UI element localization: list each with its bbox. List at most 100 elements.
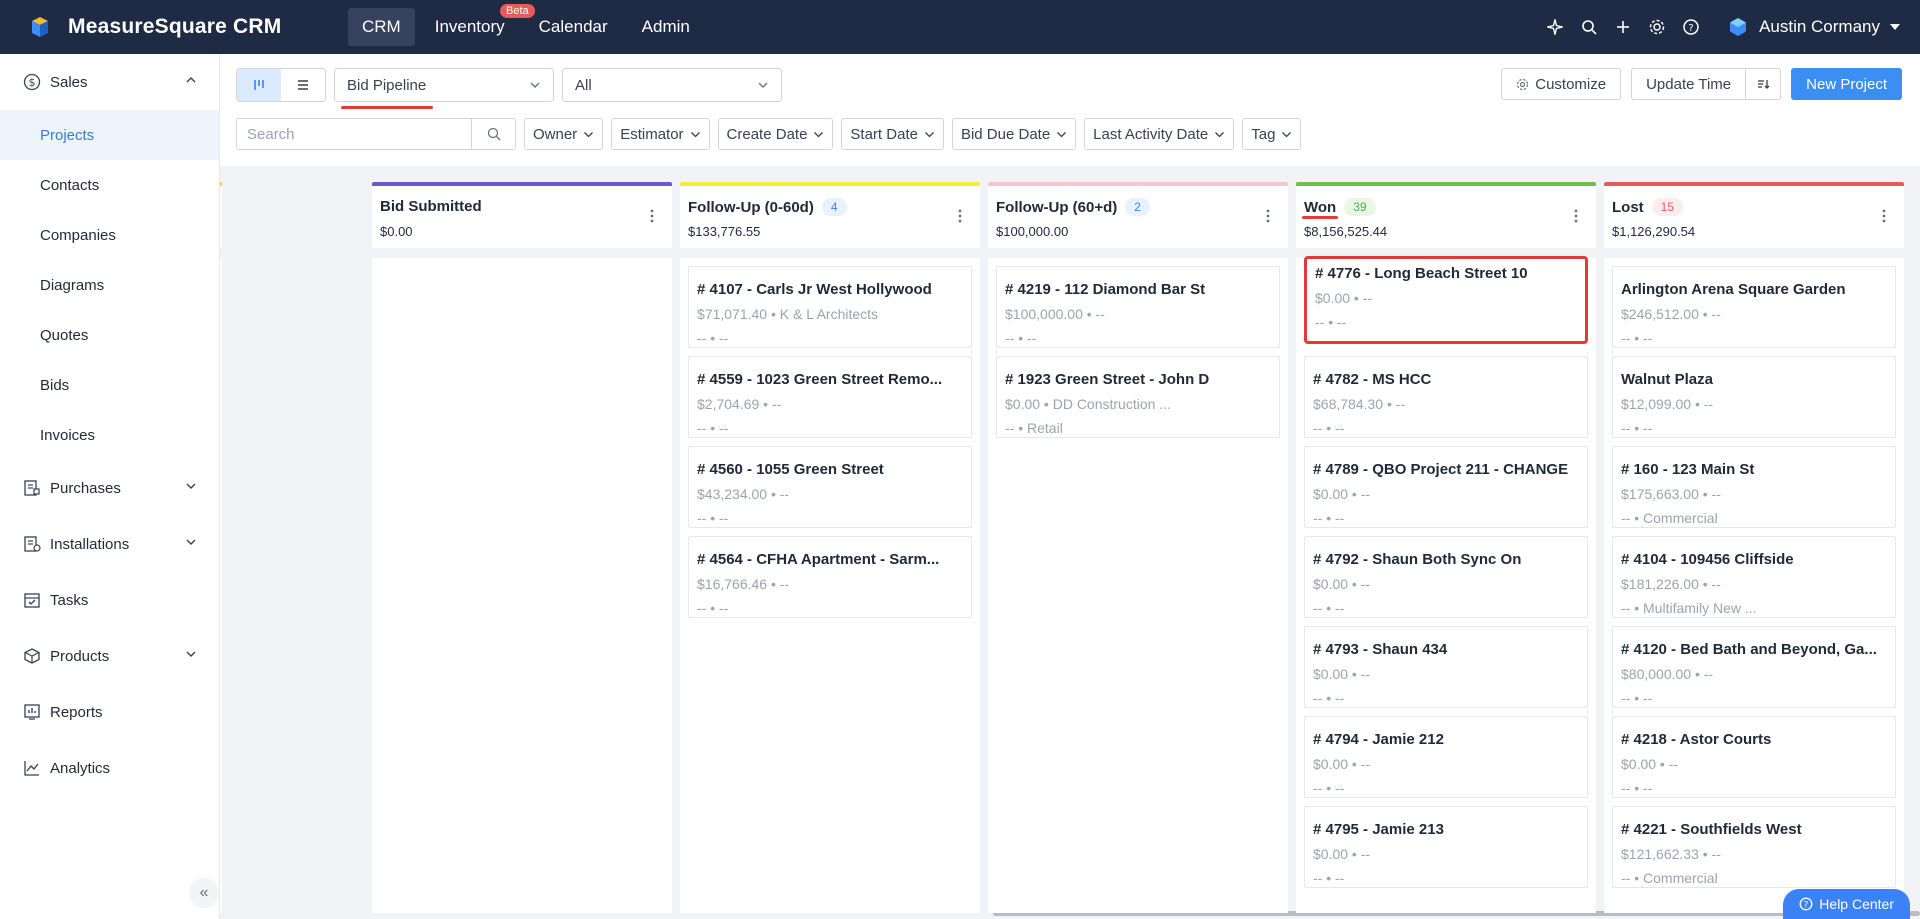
plus-icon[interactable] [1613,17,1633,37]
column-menu-icon[interactable] [1882,208,1886,224]
sidebar-item-invoices[interactable]: Invoices [0,410,219,460]
sidebar-item-companies[interactable]: Companies [0,210,219,260]
sort-order-button[interactable] [1746,68,1782,100]
sidebar: $ Sales Projects Contacts Companies Diag… [0,54,220,919]
card-title: # 4776 - Long Beach Street 10 [1315,265,1528,282]
filter-create-date[interactable]: Create Date [717,118,834,150]
filter-last-activity-date[interactable]: Last Activity Date [1084,118,1235,150]
user-menu[interactable]: Austin Cormany [1727,16,1900,38]
project-card[interactable]: # 4219 - 112 Diamond Bar St $100,000.00 •… [996,266,1280,348]
search-button[interactable] [471,119,515,149]
list-view-button[interactable] [281,69,325,101]
project-card[interactable]: # 4104 - 109456 Cliffside $181,226.00 • -… [1612,536,1896,618]
project-card[interactable]: # 4559 - 1023 Green Street Remo... $2,704… [688,356,972,438]
sidebar-item-projects[interactable]: Projects [0,110,219,160]
card-meta-line: -- • -- [1005,330,1037,346]
collapse-sidebar-button[interactable]: « [189,878,219,908]
column-title-text: Bid Submitted [380,198,482,215]
project-card[interactable]: # 4795 - Jamie 213 $0.00 • -- -- • -- [1304,806,1588,888]
sidebar-group-analytics[interactable]: Analytics [0,740,219,796]
sidebar-group-tasks[interactable]: Tasks [0,572,219,628]
filter-tag[interactable]: Tag [1242,118,1302,150]
kanban-view-button[interactable] [237,69,281,101]
sidebar-item-diagrams[interactable]: Diagrams [0,260,219,310]
gear-icon [1517,78,1529,90]
chevron-down-icon [186,539,196,545]
installation-icon [22,534,42,554]
project-card[interactable]: # 4794 - Jamie 212 $0.00 • -- -- • -- [1304,716,1588,798]
chevron-down-icon [758,82,768,88]
search-icon[interactable] [1579,17,1599,37]
project-card[interactable]: Arlington Arena Square Garden $246,512.00… [1612,266,1896,348]
column-title: Follow-Up (60+d) 2 [996,198,1150,216]
search-input[interactable] [237,119,471,149]
project-card[interactable]: # 4107 - Carls Jr West Hollywood $71,071.… [688,266,972,348]
sidebar-item-label: Quotes [40,326,89,344]
purchase-icon [22,478,42,498]
column-body: # 4107 - Carls Jr West Hollywood $71,071.… [680,258,980,913]
project-card[interactable]: # 4792 - Shaun Both Sync On $0.00 • -- -- … [1304,536,1588,618]
view-toolbar: Bid Pipeline All [236,68,782,109]
column-menu-icon[interactable] [958,208,962,224]
help-icon: ? [1799,897,1813,911]
filter-owner[interactable]: Owner [524,118,604,150]
project-card[interactable]: # 4221 - Southfields West $121,662.33 • -… [1612,806,1896,888]
column-menu-icon[interactable] [650,208,654,224]
sidebar-group-installations[interactable]: Installations [0,516,219,572]
pipeline-select[interactable]: Bid Pipeline [334,68,554,109]
project-card[interactable]: # 4564 - CFHA Apartment - Sarm... $16,766… [688,536,972,618]
column-count-badge: 15 [1651,198,1684,216]
update-time-button[interactable]: Update Time [1631,68,1747,100]
nav-admin[interactable]: Admin [628,8,704,46]
sidebar-item-contacts[interactable]: Contacts [0,160,219,210]
scope-select[interactable]: All [562,68,782,102]
sidebar-item-bids[interactable]: Bids [0,360,219,410]
help-center-button[interactable]: ? Help Center [1783,889,1910,919]
filter-bid-due-date[interactable]: Bid Due Date [951,118,1077,150]
column-count-badge: 2 [1125,198,1150,216]
filter-start-date[interactable]: Start Date [841,118,944,150]
card-title: # 4560 - 1055 Green Street [697,461,884,478]
project-card[interactable]: # 4776 - Long Beach Street 10 $0.00 • -- -… [1304,256,1588,344]
sidebar-item-label: Invoices [40,426,96,444]
project-card[interactable]: # 160 - 123 Main St $175,663.00 • -- -- • … [1612,446,1896,528]
annotation-underline [1302,216,1338,219]
card-title: # 4219 - 112 Diamond Bar St [1005,281,1206,298]
card-meta-line: -- • -- [697,330,729,346]
nav-calendar[interactable]: Calendar [525,8,622,46]
column-menu-icon[interactable] [1266,208,1270,224]
sidebar-group-purchases[interactable]: Purchases [0,460,219,516]
filter-estimator[interactable]: Estimator [611,118,710,150]
nav-crm[interactable]: CRM [348,8,415,46]
column-menu-icon[interactable] [1574,208,1578,224]
project-card[interactable]: # 4120 - Bed Bath and Beyond, Ga... $80,0… [1612,626,1896,708]
help-icon[interactable]: ? [1681,17,1701,37]
project-card[interactable]: # 4782 - MS HCC $68,784.30 • -- -- • -- [1304,356,1588,438]
filter-bar: Owner Estimator Create Date Start Date B… [236,118,1302,150]
nav-inventory[interactable]: Inventory Beta [421,4,535,46]
card-title: # 4794 - Jamie 212 [1313,731,1444,748]
card-title: # 4104 - 109456 Cliffside [1621,551,1794,568]
sidebar-group-sales[interactable]: $ Sales [0,54,219,110]
sidebar-item-label: Contacts [40,176,100,194]
project-card[interactable]: # 4789 - QBO Project 211 - CHANGE $0.00 •… [1304,446,1588,528]
project-card[interactable]: # 1923 Green Street - John D $0.00 • DD C… [996,356,1280,438]
project-card[interactable]: # 4218 - Astor Courts $0.00 • -- -- • -- [1612,716,1896,798]
logo[interactable]: MeasureSquare CRM [28,15,348,39]
new-project-button[interactable]: New Project [1791,68,1902,100]
sparkle-icon[interactable] [1545,17,1565,37]
customize-button[interactable]: Customize [1501,68,1622,100]
project-card[interactable]: Walnut Plaza $12,099.00 • -- -- • -- [1612,356,1896,438]
pipeline-column: Follow-Up (60+d) 2 $100,000.00 # 4219 - 112… [988,182,1288,913]
sidebar-group-reports[interactable]: Reports [0,684,219,740]
project-card[interactable]: # 4560 - 1055 Green Street $43,234.00 • -… [688,446,972,528]
card-meta-line: -- • -- [1313,690,1345,706]
card-title: # 4782 - MS HCC [1313,371,1432,388]
gear-icon[interactable] [1647,17,1667,37]
card-title: # 160 - 123 Main St [1621,461,1755,478]
sidebar-group-products[interactable]: Products [0,628,219,684]
column-title-text: Lost [1612,198,1644,216]
sidebar-item-quotes[interactable]: Quotes [0,310,219,360]
logo-icon [32,17,48,37]
project-card[interactable]: # 4793 - Shaun 434 $0.00 • -- -- • -- [1304,626,1588,708]
